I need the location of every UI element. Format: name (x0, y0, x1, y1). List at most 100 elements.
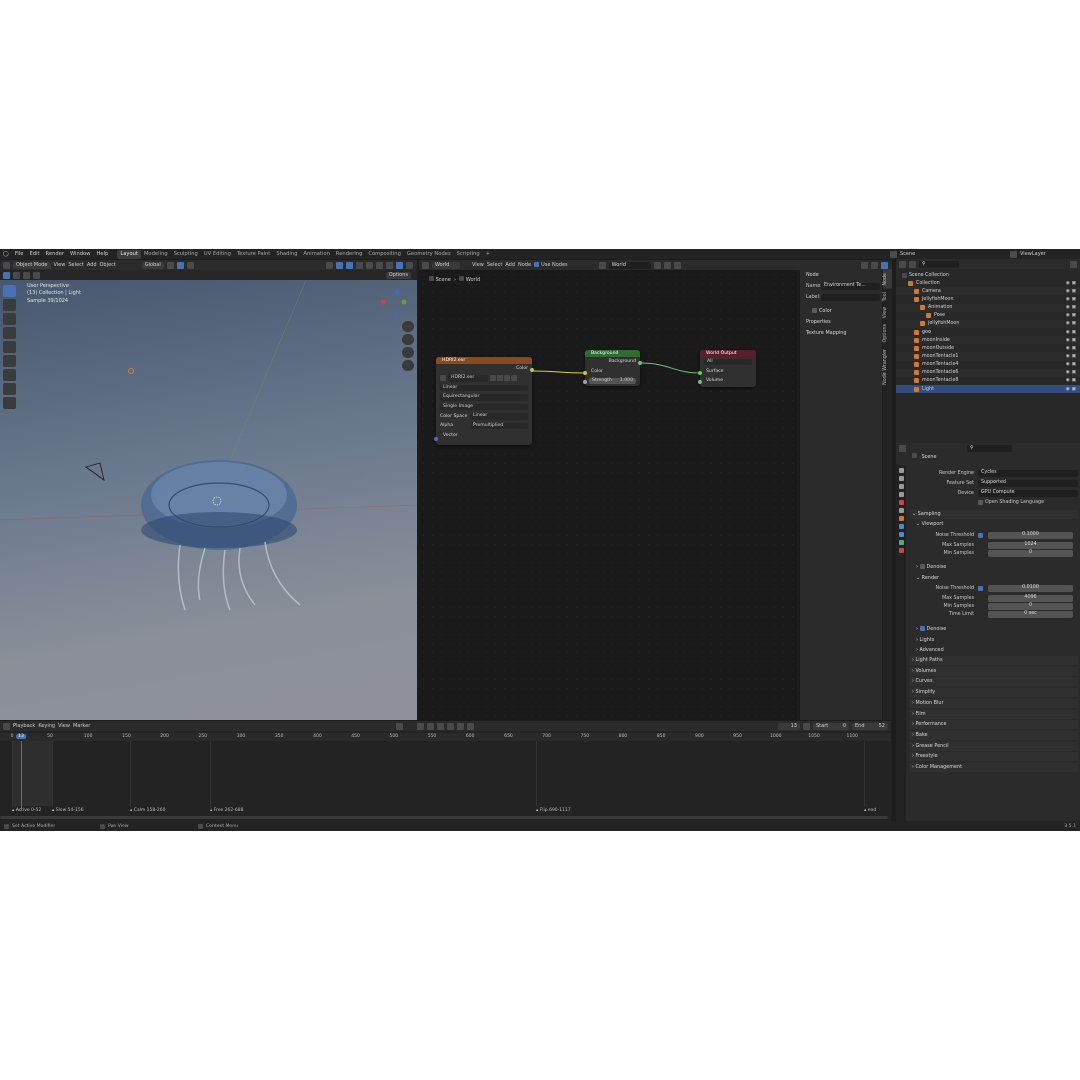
outliner-item[interactable]: jellyfishMoon ◉ ▣ (896, 319, 1080, 328)
scene-collection-row[interactable]: Scene Collection (896, 271, 1080, 279)
menu-render[interactable]: Render (43, 251, 67, 257)
tab-node[interactable]: Node (883, 270, 892, 289)
shading-wireframe-icon[interactable] (366, 261, 373, 269)
snap-node-icon[interactable] (861, 261, 868, 269)
render-engine-dropdown[interactable]: Cycles (978, 470, 1078, 477)
zoom-icon[interactable] (402, 321, 414, 332)
viewport-subpanel-header[interactable]: ⌄ Viewport (916, 520, 943, 529)
feature-set-dropdown[interactable]: Supported (978, 480, 1078, 487)
r-denoise-panel[interactable]: › Denoise (916, 625, 946, 634)
tab-uv-editing[interactable]: UV Editing (201, 250, 234, 259)
image-icon[interactable] (440, 375, 446, 382)
properties-section-header[interactable]: › Simplify (910, 688, 1078, 698)
lights-panel[interactable]: › Lights (916, 636, 934, 645)
node-menu-add[interactable]: Add (505, 262, 515, 268)
background-node[interactable]: Background Background Color Strength 1.0… (583, 350, 642, 386)
viewport-menu-view[interactable]: View (54, 262, 66, 268)
object-tab-icon[interactable] (898, 516, 904, 521)
annotate-tool-icon[interactable] (3, 369, 16, 381)
select-tool-icon[interactable] (3, 285, 16, 297)
overlay-node-icon[interactable] (871, 261, 878, 269)
jump-end-icon[interactable] (467, 722, 475, 730)
cursor-tool-icon[interactable] (3, 299, 16, 311)
outliner-type-icon[interactable] (899, 260, 906, 268)
menu-window[interactable]: Window (67, 251, 93, 257)
tab-animation[interactable]: Animation (300, 250, 332, 259)
object-mode-dropdown[interactable]: Object Mode (13, 261, 51, 269)
current-frame-field[interactable]: 13 (778, 722, 800, 730)
outliner-item[interactable]: moonInside ◉ ▣ (896, 336, 1080, 345)
vp-denoise-panel[interactable]: › Denoise (916, 563, 946, 572)
properties-panel-toggle[interactable]: Properties (806, 318, 831, 327)
r-noise-field[interactable]: 0.0100 (988, 585, 1073, 592)
out-surface-socket[interactable] (698, 371, 702, 375)
scene-icon[interactable] (890, 250, 897, 258)
render-tab-icon[interactable] (898, 476, 904, 481)
time-limit-field[interactable]: 0 sec (988, 611, 1073, 618)
source-dropdown[interactable]: Single Image (440, 403, 528, 410)
scale-tool-icon[interactable] (3, 341, 16, 353)
timeline-menu-keying[interactable]: Keying (38, 723, 55, 729)
node-menu-node[interactable]: Node (518, 262, 531, 268)
out-node-header[interactable]: World Output (700, 350, 756, 357)
visibility-toggle-icon[interactable]: ◉ ▣ (1066, 387, 1076, 392)
play-reverse-icon[interactable] (437, 722, 445, 730)
xray-icon[interactable] (356, 261, 363, 269)
vp-noise-field[interactable]: 0.1000 (988, 532, 1073, 539)
visibility-toggle-icon[interactable]: ◉ ▣ (1066, 321, 1076, 326)
properties-section-header[interactable]: › Color Management (910, 763, 1078, 772)
scene-tab-icon[interactable] (898, 500, 904, 505)
osl-checkbox[interactable]: Open Shading Language (978, 499, 1044, 506)
advanced-panel[interactable]: › Advanced (916, 646, 944, 655)
end-frame-field[interactable]: End 52 (852, 722, 888, 730)
rotate-tool-icon[interactable] (3, 327, 16, 339)
vp-min-field[interactable]: 0 (988, 550, 1073, 557)
transform-orientation-dropdown[interactable]: Global (141, 261, 164, 269)
image-new-icon[interactable] (497, 375, 503, 382)
tab-modeling[interactable]: Modeling (141, 250, 171, 259)
select-subtract-icon[interactable] (23, 271, 30, 279)
menu-help[interactable]: Help (93, 251, 111, 257)
outliner-item[interactable]: Collection ◉ ▣ (896, 279, 1080, 287)
r-min-field[interactable]: 0 (988, 603, 1073, 610)
outliner-item[interactable]: JellyfishMoon ◉ ▣ (896, 295, 1080, 303)
node-menu-view[interactable]: View (472, 262, 484, 268)
image-open-icon[interactable] (504, 375, 510, 382)
editor-type-icon[interactable] (3, 261, 10, 269)
properties-section-header[interactable]: › Motion Blur (910, 698, 1078, 708)
record-icon[interactable] (396, 722, 404, 730)
physics-tab-icon[interactable] (898, 532, 904, 537)
r-max-field[interactable]: 4096 (988, 595, 1073, 602)
options-dropdown[interactable]: Options (385, 271, 411, 279)
menu-edit[interactable]: Edit (27, 251, 43, 257)
visibility-toggle-icon[interactable]: ◉ ▣ (1066, 370, 1076, 375)
node-color-toggle[interactable]: Color (812, 307, 832, 316)
bg-color-socket[interactable] (583, 371, 587, 375)
outliner-search[interactable]: ⚲ (919, 260, 959, 268)
properties-section-header[interactable]: › Light Paths (910, 656, 1078, 665)
image-fake-user-icon[interactable] (490, 375, 496, 382)
playhead-frame-badge[interactable]: 13 (16, 734, 26, 739)
color-space-dropdown[interactable]: Linear (470, 413, 528, 420)
timeline-marker[interactable]: ▴ Free 262-688 (210, 808, 244, 813)
viewport-menu-add[interactable]: Add (87, 262, 97, 268)
shading-solid-icon[interactable] (376, 261, 383, 269)
display-mode-icon[interactable] (909, 260, 916, 268)
pause-icon[interactable] (406, 261, 413, 269)
prev-key-icon[interactable] (427, 722, 435, 730)
world-datablock-field[interactable]: World (608, 261, 651, 269)
next-key-icon[interactable] (457, 722, 465, 730)
out-volume-socket[interactable] (698, 380, 702, 384)
node-panel-header[interactable]: Node (806, 271, 819, 280)
select-box-icon[interactable] (3, 271, 10, 279)
visibility-toggle-icon[interactable]: ◉ ▣ (1066, 289, 1076, 294)
proportional-edit-icon[interactable] (186, 261, 194, 269)
device-dropdown[interactable]: GPU Compute (978, 490, 1078, 497)
shading-material-icon[interactable] (386, 261, 393, 269)
outliner-item[interactable]: moonTentacle1 ◉ ▣ (896, 352, 1080, 361)
jump-start-icon[interactable] (417, 722, 425, 730)
target-dropdown[interactable]: All (704, 358, 752, 365)
projection-dropdown[interactable]: Equirectangular (440, 394, 528, 401)
strength-field[interactable]: Strength 1.000 (589, 377, 636, 384)
node-label-field[interactable] (821, 294, 880, 301)
